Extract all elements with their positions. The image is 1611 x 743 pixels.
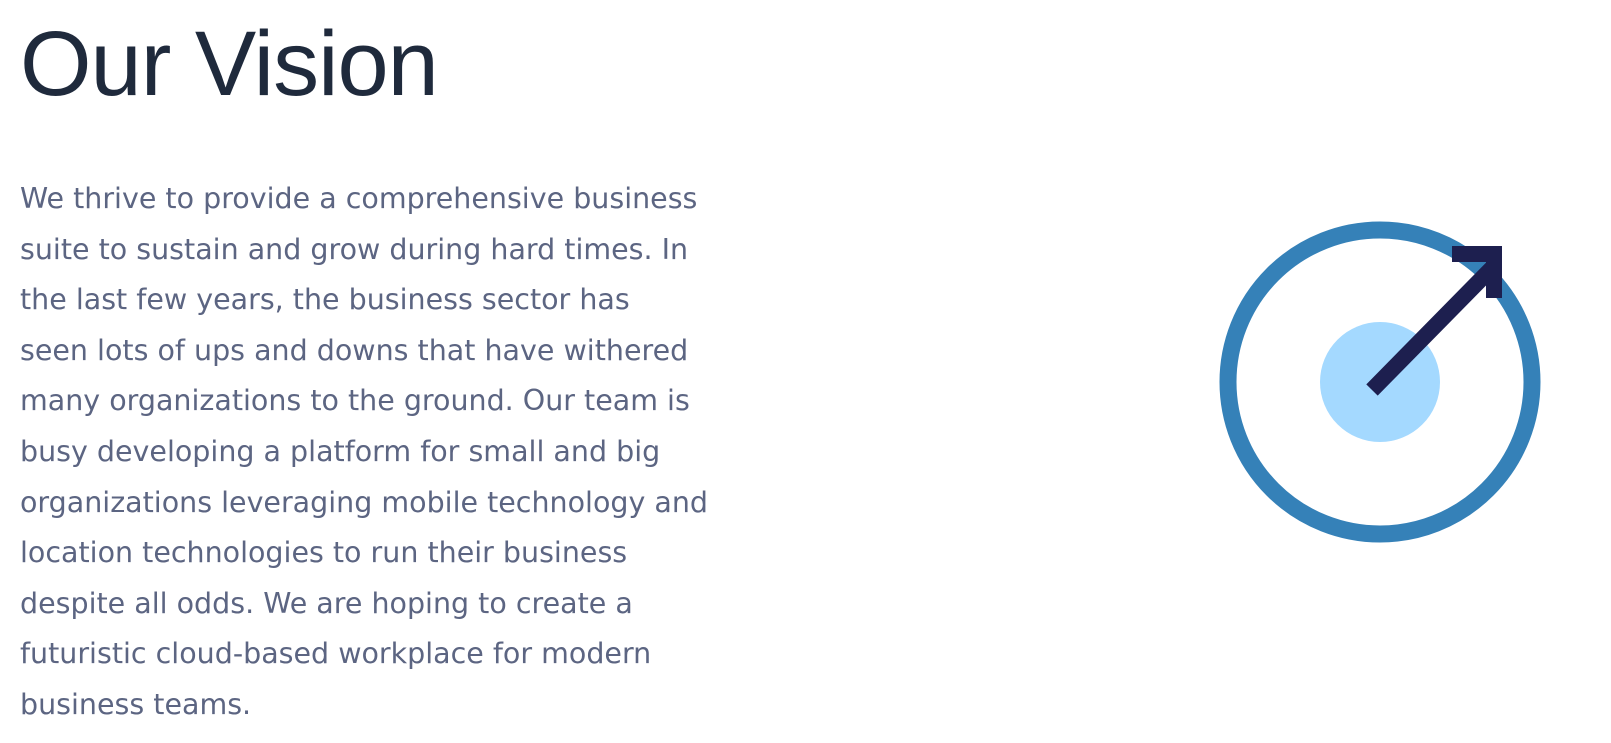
paragraph-line: organizations leveraging mobile technolo… <box>20 485 709 519</box>
paragraph-line: many organizations to the ground. Our te… <box>20 384 690 418</box>
target-arrow-icon <box>1210 212 1550 552</box>
vision-paragraph: We thrive to provide a comprehensive bus… <box>20 174 735 731</box>
vision-section: Our Vision We thrive to provide a compre… <box>0 0 1611 743</box>
paragraph-line: We thrive to provide a comprehensive bus… <box>20 182 698 215</box>
paragraph-line: despite all odds. We are hoping to creat… <box>20 586 633 620</box>
paragraph-line: futuristic cloud-based workplace for mod… <box>20 637 652 671</box>
vision-text-column: Our Vision We thrive to provide a compre… <box>20 0 735 731</box>
paragraph-line: business teams. <box>20 687 252 721</box>
paragraph-line: busy developing a platform for small and… <box>20 434 661 468</box>
section-title: Our Vision <box>20 13 439 115</box>
paragraph-line: seen lots of ups and downs that have wit… <box>20 333 689 367</box>
paragraph-line: suite to sustain and grow during hard ti… <box>20 232 689 266</box>
paragraph-line: the last few years, the business sector … <box>20 283 630 317</box>
paragraph-line: location technologies to run their busin… <box>20 536 628 570</box>
